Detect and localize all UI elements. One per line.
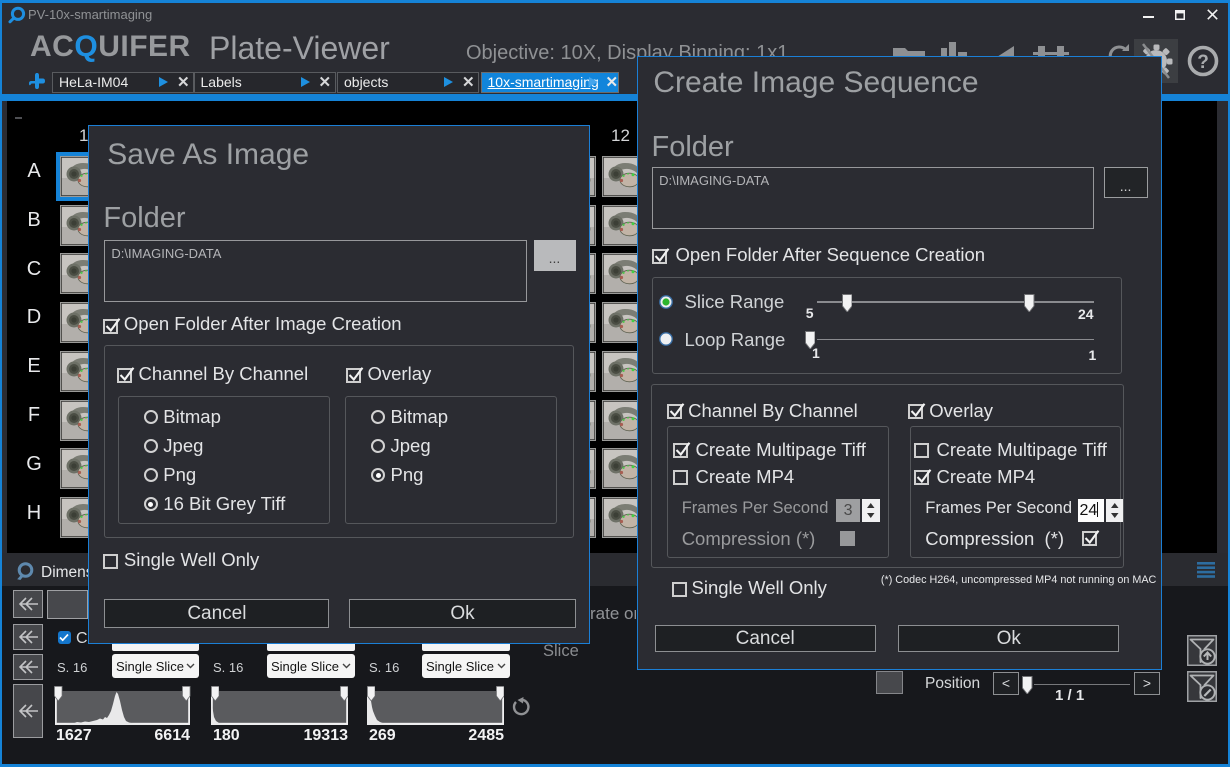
svg-text:?: ? (1197, 52, 1209, 73)
